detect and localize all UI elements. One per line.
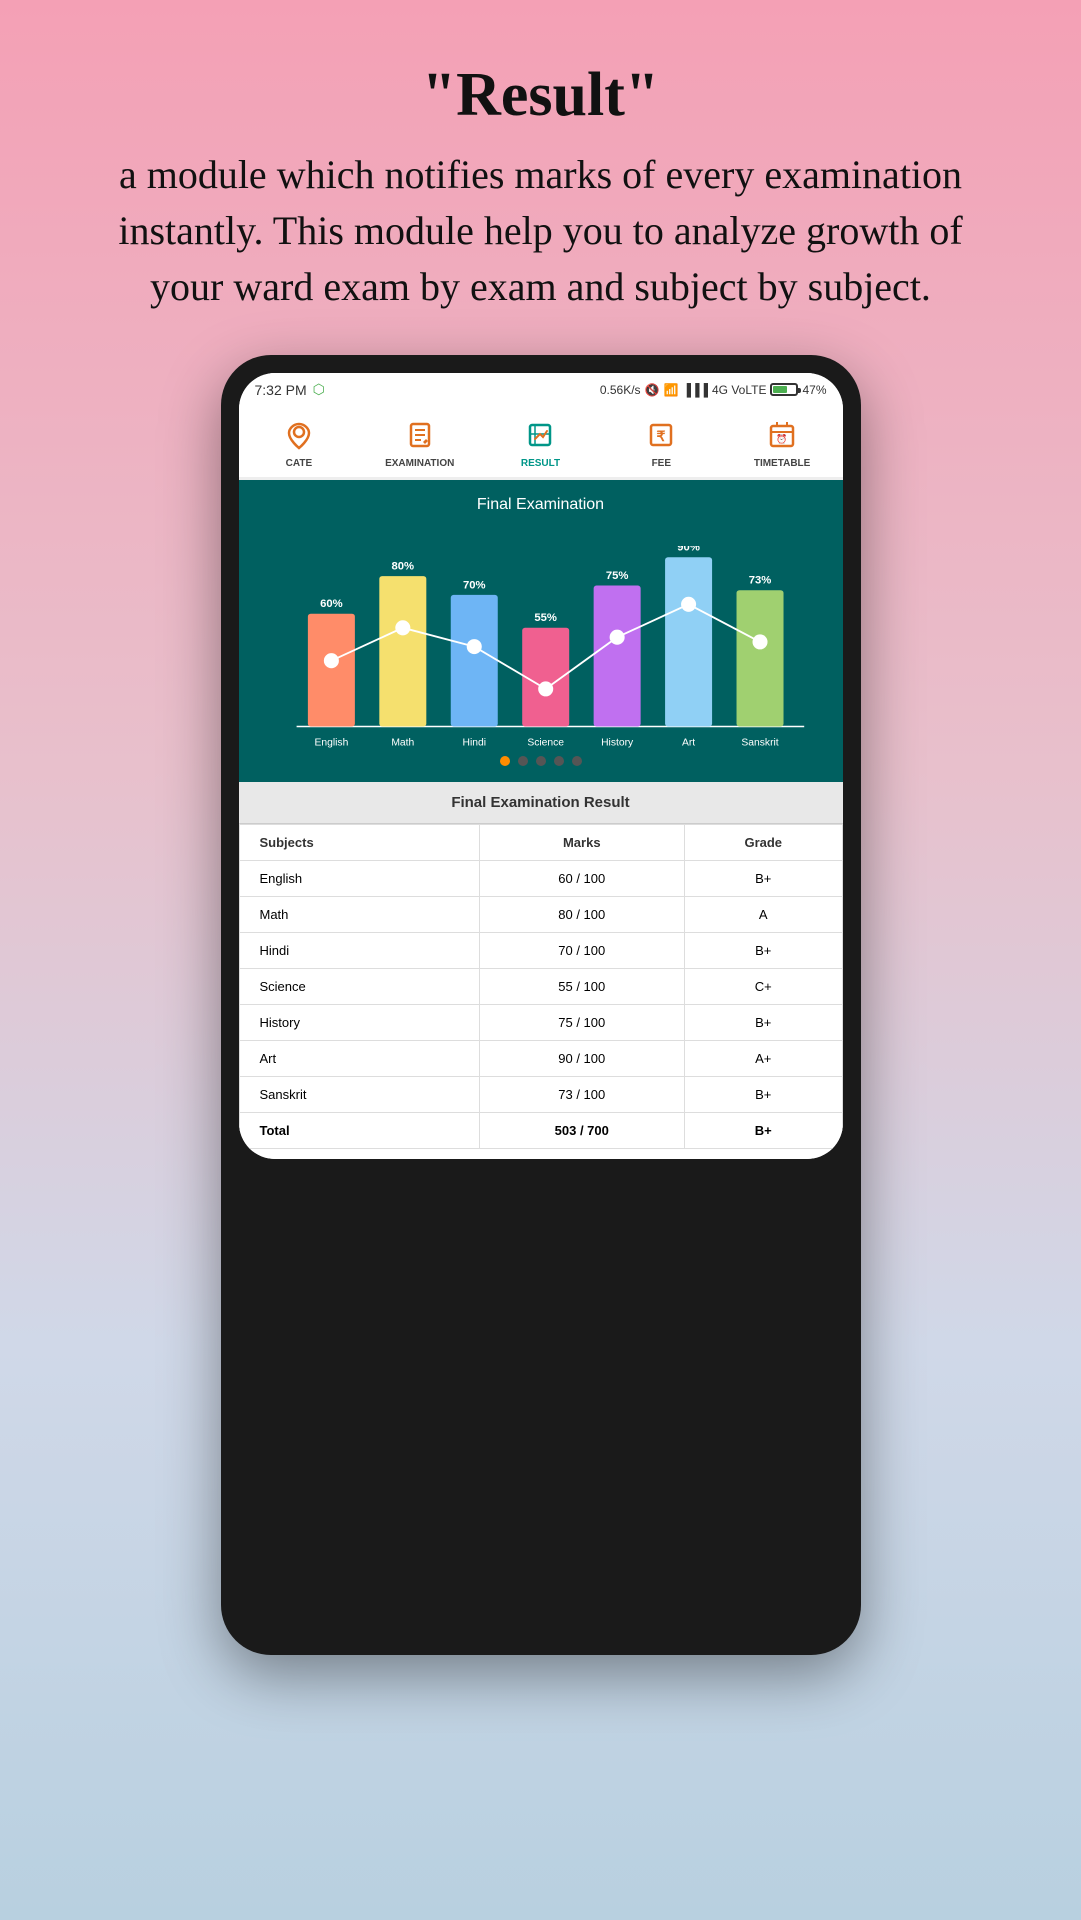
svg-text:Sanskrit: Sanskrit: [741, 737, 778, 748]
result-icon: [521, 416, 559, 454]
svg-text:Hindi: Hindi: [462, 737, 486, 748]
svg-text:₹: ₹: [657, 428, 666, 444]
volte-label: 4G VoLTE: [712, 383, 766, 397]
table-row: Science 55 / 100 C+: [239, 969, 842, 1005]
cell-subject: Sanskrit: [239, 1077, 479, 1113]
cell-marks: 90 / 100: [479, 1041, 684, 1077]
svg-text:60%: 60%: [320, 598, 343, 610]
svg-text:75%: 75%: [605, 570, 628, 582]
timetable-icon: ⏰: [763, 416, 801, 454]
chart-title: Final Examination: [249, 496, 833, 514]
svg-text:Art: Art: [681, 737, 694, 748]
battery-pct: 47%: [802, 383, 826, 397]
cell-subject: Hindi: [239, 933, 479, 969]
cell-subject: Total: [239, 1113, 479, 1149]
table-row: Sanskrit 73 / 100 B+: [239, 1077, 842, 1113]
table-row: Math 80 / 100 A: [239, 897, 842, 933]
svg-text:70%: 70%: [462, 579, 485, 591]
cell-subject: Math: [239, 897, 479, 933]
svg-text:90%: 90%: [677, 546, 700, 554]
header-section: "Result" a module which notifies marks o…: [0, 0, 1081, 355]
cell-marks: 60 / 100: [479, 861, 684, 897]
nav-label-timetable: TIMETABLE: [754, 458, 810, 469]
nav-item-fee[interactable]: ₹ FEE: [601, 406, 722, 477]
cell-subject: English: [239, 861, 479, 897]
header-title: "Result": [80, 60, 1001, 131]
result-table-title: Final Examination Result: [239, 782, 843, 824]
svg-text:Science: Science: [527, 737, 564, 748]
cell-subject: Science: [239, 969, 479, 1005]
col-subjects: Subjects: [239, 825, 479, 861]
col-grade: Grade: [685, 825, 843, 861]
speed: 0.56K/s: [600, 383, 641, 397]
nav-label-examination: EXAMINATION: [385, 458, 454, 469]
cell-grade: B+: [685, 1077, 843, 1113]
location-icon: [280, 416, 318, 454]
cell-grade: B+: [685, 933, 843, 969]
header-desc: a module which notifies marks of every e…: [80, 147, 1001, 315]
nav-item-examination[interactable]: EXAMINATION: [359, 406, 480, 477]
cell-marks: 503 / 700: [479, 1113, 684, 1149]
nav-item-timetable[interactable]: ⏰ TIMETABLE: [722, 406, 843, 477]
col-marks: Marks: [479, 825, 684, 861]
android-icon: ⬡: [313, 381, 325, 398]
nav-label-fee: FEE: [652, 458, 671, 469]
nav-bar: CATE EXAMINATION: [239, 406, 843, 480]
nav-label-result: RESULT: [521, 458, 560, 469]
status-left: 7:32 PM ⬡: [255, 381, 325, 398]
battery-icon: [770, 383, 798, 396]
cell-marks: 55 / 100: [479, 969, 684, 1005]
table-row: English 60 / 100 B+: [239, 861, 842, 897]
wifi-icon: 📶: [664, 383, 679, 397]
phone-frame: 7:32 PM ⬡ 0.56K/s 🔇 📶 ▐▐▐ 4G VoLTE 47%: [221, 355, 861, 1655]
svg-text:80%: 80%: [391, 561, 414, 573]
result-section: Final Examination Result Subjects Marks …: [239, 782, 843, 1159]
bar-chart: 60% 80% 70% 55% 75% 90% 73%: [259, 546, 823, 766]
table-row: Hindi 70 / 100 B+: [239, 933, 842, 969]
table-header-row: Subjects Marks Grade: [239, 825, 842, 861]
nav-item-result[interactable]: RESULT: [480, 406, 601, 477]
cell-marks: 70 / 100: [479, 933, 684, 969]
cell-grade: B+: [685, 1113, 843, 1149]
cell-grade: A: [685, 897, 843, 933]
svg-text:⏰: ⏰: [776, 433, 787, 444]
exam-icon: [401, 416, 439, 454]
time: 7:32 PM: [255, 382, 307, 398]
phone-inner: 7:32 PM ⬡ 0.56K/s 🔇 📶 ▐▐▐ 4G VoLTE 47%: [239, 373, 843, 1159]
cell-grade: C+: [685, 969, 843, 1005]
table-row: History 75 / 100 B+: [239, 1005, 842, 1041]
chart-section: Final Examination: [239, 480, 843, 782]
svg-text:English: English: [314, 737, 348, 748]
svg-text:Math: Math: [391, 737, 414, 748]
svg-text:55%: 55%: [534, 612, 557, 624]
cell-subject: History: [239, 1005, 479, 1041]
nav-item-cate[interactable]: CATE: [239, 406, 360, 477]
cell-marks: 80 / 100: [479, 897, 684, 933]
status-bar: 7:32 PM ⬡ 0.56K/s 🔇 📶 ▐▐▐ 4G VoLTE 47%: [239, 373, 843, 406]
cell-grade: B+: [685, 1005, 843, 1041]
status-right: 0.56K/s 🔇 📶 ▐▐▐ 4G VoLTE 47%: [600, 383, 827, 397]
signal-icon: ▐▐▐: [682, 383, 708, 397]
cell-subject: Art: [239, 1041, 479, 1077]
result-table: Subjects Marks Grade English 60 / 100 B+…: [239, 824, 843, 1149]
cell-marks: 75 / 100: [479, 1005, 684, 1041]
mute-icon: 🔇: [645, 383, 660, 397]
fee-icon: ₹: [642, 416, 680, 454]
svg-text:History: History: [601, 737, 634, 748]
svg-text:73%: 73%: [748, 575, 771, 587]
cell-grade: B+: [685, 861, 843, 897]
table-row: Art 90 / 100 A+: [239, 1041, 842, 1077]
cell-marks: 73 / 100: [479, 1077, 684, 1113]
nav-label-cate: CATE: [286, 458, 312, 469]
cell-grade: A+: [685, 1041, 843, 1077]
table-row: Total 503 / 700 B+: [239, 1113, 842, 1149]
